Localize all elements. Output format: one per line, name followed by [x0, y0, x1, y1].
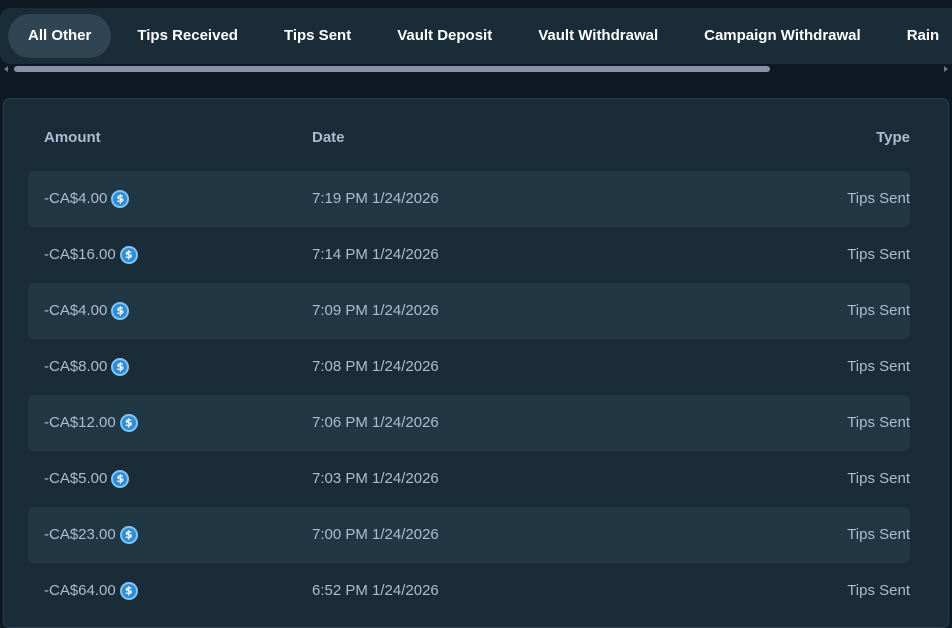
amount-cell: -CA$4.00 — [44, 283, 130, 339]
date-cell: 7:09 PM 1/24/2026 — [312, 302, 439, 319]
table-row: -CA$16.00 7:14 PM 1/24/2026 Tips Sent — [28, 227, 910, 283]
usdc-coin-icon — [111, 190, 130, 208]
tab-vault-withdrawal[interactable]: Vault Withdrawal — [518, 14, 678, 58]
amount-cell: -CA$5.00 — [44, 451, 130, 507]
amount-value: -CA$23.00 — [44, 526, 116, 543]
table-row: -CA$23.00 7:00 PM 1/24/2026 Tips Sent — [28, 507, 910, 563]
usdc-coin-icon — [119, 526, 138, 544]
header-amount: Amount — [44, 129, 101, 146]
amount-value: -CA$4.00 — [44, 302, 108, 319]
tab-vault-deposit[interactable]: Vault Deposit — [377, 14, 512, 58]
transactions-panel: Amount Date Type -CA$4.00 7:19 PM 1/24/2… — [3, 98, 949, 628]
usdc-coin-icon — [119, 414, 138, 432]
amount-value: -CA$16.00 — [44, 246, 116, 263]
usdc-coin-icon — [119, 582, 138, 600]
table-row: -CA$5.00 7:03 PM 1/24/2026 Tips Sent — [28, 451, 910, 507]
amount-cell: -CA$64.00 — [44, 563, 138, 619]
header-date: Date — [312, 129, 345, 146]
amount-value: -CA$8.00 — [44, 358, 108, 375]
scroll-left-arrow-icon[interactable] — [4, 66, 8, 72]
amount-value: -CA$12.00 — [44, 414, 116, 431]
type-cell: Tips Sent — [847, 190, 910, 207]
table-row: -CA$4.00 7:09 PM 1/24/2026 Tips Sent — [28, 283, 910, 339]
tab-campaign-withdrawal[interactable]: Campaign Withdrawal — [684, 14, 881, 58]
amount-cell: -CA$4.00 — [44, 171, 130, 227]
scrollbar-thumb[interactable] — [14, 66, 770, 72]
date-cell: 6:52 PM 1/24/2026 — [312, 582, 439, 599]
usdc-coin-icon — [111, 358, 130, 376]
type-cell: Tips Sent — [847, 526, 910, 543]
date-cell: 7:03 PM 1/24/2026 — [312, 470, 439, 487]
type-cell: Tips Sent — [847, 302, 910, 319]
table-row: -CA$12.00 7:06 PM 1/24/2026 Tips Sent — [28, 395, 910, 451]
tab-tips-received[interactable]: Tips Received — [117, 14, 258, 58]
amount-cell: -CA$12.00 — [44, 395, 138, 451]
type-cell: Tips Sent — [847, 358, 910, 375]
type-cell: Tips Sent — [847, 246, 910, 263]
usdc-coin-icon — [119, 246, 138, 264]
table-row: -CA$64.00 6:52 PM 1/24/2026 Tips Sent — [28, 563, 910, 619]
tab-rain[interactable]: Rain — [887, 14, 952, 58]
tab-list: All Other Tips Received Tips Sent Vault … — [8, 14, 952, 58]
usdc-coin-icon — [111, 302, 130, 320]
tab-tips-sent[interactable]: Tips Sent — [264, 14, 371, 58]
date-cell: 7:14 PM 1/24/2026 — [312, 246, 439, 263]
type-cell: Tips Sent — [847, 470, 910, 487]
amount-cell: -CA$23.00 — [44, 507, 138, 563]
amount-value: -CA$64.00 — [44, 582, 116, 599]
transaction-type-tabbar: All Other Tips Received Tips Sent Vault … — [0, 8, 952, 64]
transactions-table-body: -CA$4.00 7:19 PM 1/24/2026 Tips Sent -CA… — [28, 171, 910, 619]
date-cell: 7:06 PM 1/24/2026 — [312, 414, 439, 431]
scroll-right-arrow-icon[interactable] — [944, 66, 948, 72]
amount-value: -CA$4.00 — [44, 190, 108, 207]
table-row: -CA$8.00 7:08 PM 1/24/2026 Tips Sent — [28, 339, 910, 395]
usdc-coin-icon — [111, 470, 130, 488]
amount-value: -CA$5.00 — [44, 470, 108, 487]
date-cell: 7:19 PM 1/24/2026 — [312, 190, 439, 207]
type-cell: Tips Sent — [847, 582, 910, 599]
amount-cell: -CA$16.00 — [44, 227, 138, 283]
type-cell: Tips Sent — [847, 414, 910, 431]
table-row: -CA$4.00 7:19 PM 1/24/2026 Tips Sent — [28, 171, 910, 227]
tabs-horizontal-scrollbar[interactable] — [0, 64, 952, 74]
table-header: Amount Date Type — [28, 129, 910, 155]
date-cell: 7:00 PM 1/24/2026 — [312, 526, 439, 543]
date-cell: 7:08 PM 1/24/2026 — [312, 358, 439, 375]
tab-all-other[interactable]: All Other — [8, 14, 112, 58]
amount-cell: -CA$8.00 — [44, 339, 130, 395]
header-type: Type — [876, 129, 910, 146]
